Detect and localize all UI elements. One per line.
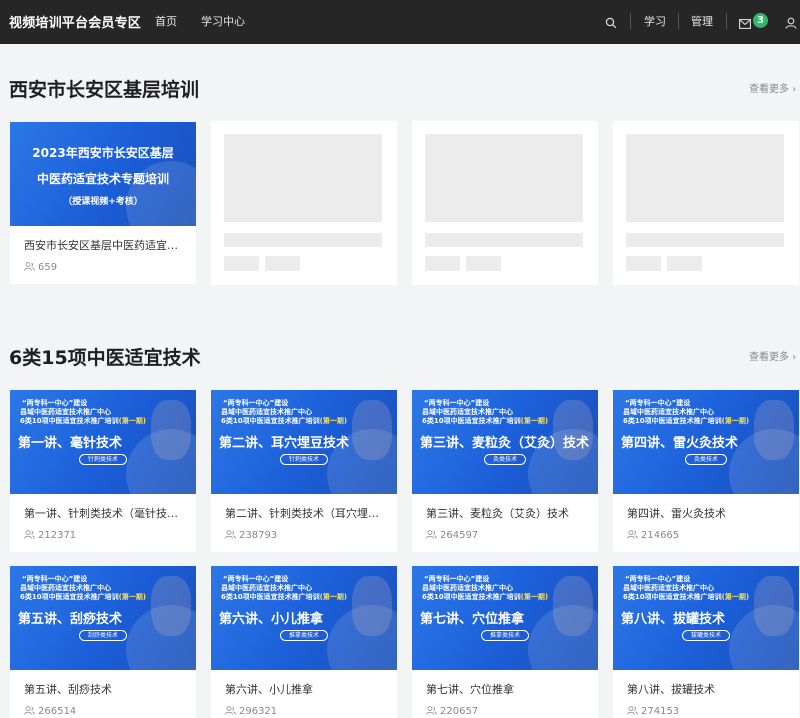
course-thumbnail[interactable]: “两专科一中心”建设 县域中医药适宜技术推广中心 6类10项中医适宜技术推广培训… [412, 566, 598, 670]
course-thumbnail[interactable]: “两专科一中心”建设 县域中医药适宜技术推广中心 6类10项中医适宜技术推广培训… [10, 566, 196, 670]
view-count: 296321 [225, 706, 277, 717]
lecture-title: 第二讲、耳穴埋豆技术 [219, 436, 350, 451]
lecture-title: 第五讲、刮痧技术 [18, 612, 123, 627]
category-pill: 灸类技术 [484, 454, 527, 465]
course-thumbnail[interactable]: “两专科一中心”建设 县域中医药适宜技术推广中心 6类10项中医适宜技术推广培训… [613, 390, 799, 494]
divider [726, 13, 727, 29]
lecture-title: 第三讲、麦粒灸（艾灸）技术 [420, 436, 590, 451]
category-pill: 针刺类技术 [280, 454, 329, 465]
course-thumbnail[interactable]: “两专科一中心”建设 县域中医药适宜技术推广中心 6类10项中医适宜技术推广培训… [613, 566, 799, 670]
course-thumbnail[interactable]: 2023年西安市长安区基层 中医药适宜技术专题培训 （授课视频+考核） [10, 122, 196, 226]
users-icon [426, 530, 437, 539]
users-icon [225, 530, 236, 539]
view-more-link[interactable]: 查看更多 › [749, 80, 796, 95]
nav-home[interactable]: 首页 [155, 13, 177, 29]
view-count: 659 [24, 262, 57, 273]
course-thumbnail[interactable]: “两专科一中心”建设 县域中医药适宜技术推广中心 6类10项中医适宜技术推广培训… [412, 390, 598, 494]
course-title[interactable]: 第一讲、针刺类技术（毫针技术） [24, 505, 184, 521]
course-thumbnail[interactable]: “两专科一中心”建设 县域中医药适宜技术推广中心 6类10项中医适宜技术推广培训… [10, 390, 196, 494]
lecture-title: 第六讲、小儿推拿 [219, 612, 324, 627]
users-icon [24, 706, 35, 715]
course-card[interactable]: 2023年西安市长安区基层 中医药适宜技术专题培训 （授课视频+考核） 西安市长… [10, 122, 196, 284]
course-title[interactable]: 第七讲、穴位推拿 [426, 681, 586, 697]
view-count: 266514 [24, 706, 76, 717]
course-card[interactable]: “两专科一中心”建设 县域中医药适宜技术推广中心 6类10项中医适宜技术推广培训… [211, 566, 397, 718]
course-card[interactable]: “两专科一中心”建设 县域中医药适宜技术推广中心 6类10项中医适宜技术推广培训… [10, 566, 196, 718]
view-more-link[interactable]: 查看更多 › [749, 348, 796, 363]
view-count: 212371 [24, 530, 76, 541]
loading-placeholder-card [613, 121, 799, 285]
lecture-title: 第七讲、穴位推拿 [420, 612, 525, 627]
category-pill: 拔罐类技术 [682, 630, 731, 641]
view-count: 214665 [627, 530, 679, 541]
course-title[interactable]: 第五讲、刮痧技术 [24, 681, 184, 697]
course-card[interactable]: “两专科一中心”建设 县域中医药适宜技术推广中心 6类10项中医适宜技术推广培训… [613, 566, 799, 718]
user-icon[interactable] [785, 14, 797, 33]
users-icon [627, 530, 638, 539]
course-title[interactable]: 第三讲、麦粒灸（艾灸）技术 [426, 505, 586, 521]
course-card[interactable]: “两专科一中心”建设 县域中医药适宜技术推广中心 6类10项中医适宜技术推广培训… [412, 390, 598, 552]
users-icon [426, 706, 437, 715]
category-pill: 刮痧类技术 [79, 630, 128, 641]
lecture-title: 第一讲、毫针技术 [18, 436, 123, 451]
course-thumbnail[interactable]: “两专科一中心”建设 县域中医药适宜技术推广中心 6类10项中医适宜技术推广培训… [211, 566, 397, 670]
course-card[interactable]: “两专科一中心”建设 县域中医药适宜技术推广中心 6类10项中医适宜技术推广培训… [10, 390, 196, 552]
nav-learning-center[interactable]: 学习中心 [201, 13, 245, 29]
course-card[interactable]: “两专科一中心”建设 县域中医药适宜技术推广中心 6类10项中医适宜技术推广培训… [412, 566, 598, 718]
message-count-badge[interactable]: 3 [753, 13, 768, 28]
category-pill: 针刺类技术 [79, 454, 128, 465]
category-pill: 灸类技术 [685, 454, 728, 465]
search-icon[interactable] [605, 14, 617, 33]
view-count: 238793 [225, 530, 277, 541]
users-icon [24, 262, 35, 271]
section-title-tcm-techniques: 6类15项中医适宜技术 [9, 347, 201, 369]
course-title[interactable]: 西安市长安区基层中医药适宜技术专题培训 [24, 237, 184, 253]
brand-title[interactable]: 视频培训平台会员专区 [9, 12, 141, 31]
course-title[interactable]: 第四讲、雷火灸技术 [627, 505, 787, 521]
users-icon [225, 706, 236, 715]
top-navbar: 视频培训平台会员专区 首页 学习中心 学习 管理 3 [0, 0, 800, 44]
lecture-title: 第四讲、雷火灸技术 [621, 436, 739, 451]
users-icon [24, 530, 35, 539]
mail-icon[interactable] [739, 14, 751, 33]
loading-placeholder-card [412, 121, 598, 285]
section-title-changan: 西安市长安区基层培训 [9, 79, 200, 101]
nav-study[interactable]: 学习 [644, 13, 666, 29]
lecture-title: 第八讲、拔罐技术 [621, 612, 726, 627]
category-pill: 推拿类技术 [481, 630, 530, 641]
loading-placeholder-card [211, 121, 397, 285]
course-card[interactable]: “两专科一中心”建设 县域中医药适宜技术推广中心 6类10项中医适宜技术推广培训… [613, 390, 799, 552]
category-pill: 推拿类技术 [280, 630, 329, 641]
nav-manage[interactable]: 管理 [691, 13, 713, 29]
course-title[interactable]: 第二讲、针刺类技术（耳穴埋豆技术） [225, 505, 385, 521]
view-count: 264597 [426, 530, 478, 541]
view-count: 220657 [426, 706, 478, 717]
divider [678, 13, 679, 29]
course-title[interactable]: 第八讲、拔罐技术 [627, 681, 787, 697]
divider [630, 13, 631, 29]
users-icon [627, 706, 638, 715]
course-title[interactable]: 第六讲、小儿推拿 [225, 681, 385, 697]
course-thumbnail[interactable]: “两专科一中心”建设 县域中医药适宜技术推广中心 6类10项中医适宜技术推广培训… [211, 390, 397, 494]
course-card[interactable]: “两专科一中心”建设 县域中医药适宜技术推广中心 6类10项中医适宜技术推广培训… [211, 390, 397, 552]
view-count: 274153 [627, 706, 679, 717]
